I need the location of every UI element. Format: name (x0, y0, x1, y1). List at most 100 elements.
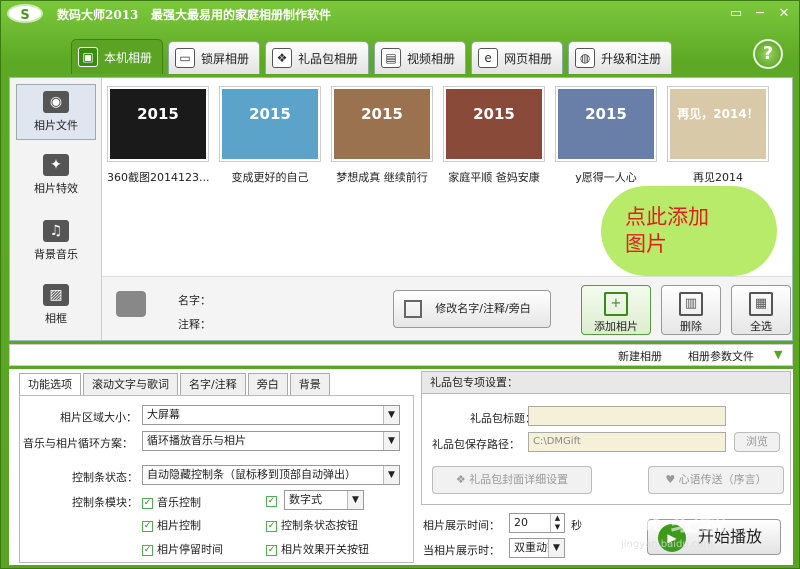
show-time-unit: 秒 (571, 519, 582, 532)
checkbox-checked-icon: ✓ (266, 495, 277, 507)
stepper-arrows-icon[interactable]: ▲ ▼ (550, 514, 564, 532)
photo-item[interactable]: 2015 家庭平顺 爸妈安康 (443, 86, 545, 185)
lower-tabs: 功能选项 滚动文字与歌词 名字/注释 旁白 背景 (19, 373, 330, 395)
browse-button[interactable]: 浏览 (734, 432, 780, 452)
chevron-down-icon: ▼ (383, 466, 399, 484)
checkbox-checked-icon: ✓ (142, 520, 153, 532)
tab-upgrade-register[interactable]: ◍ 升级和注册 (568, 41, 673, 74)
gift-title-input[interactable] (528, 406, 726, 426)
gift-icon: ❖ (272, 48, 293, 68)
gift-path-label: 礼品包保存路径： (432, 438, 520, 451)
digital-style-select[interactable]: 数字式 ▼ (284, 490, 364, 510)
tab-label: 视频相册 (407, 51, 456, 66)
photo-thumbnail: 2015 (446, 89, 542, 159)
checkbox-label: 相片效果开关按钮 (281, 543, 369, 556)
sidebar-item-photo-files[interactable]: ◉ 相片文件 (16, 84, 96, 140)
photo-caption: 家庭平顺 爸妈安康 (448, 171, 540, 184)
music-control-checkbox[interactable]: ✓ 音乐控制 (142, 494, 201, 510)
photo-item[interactable]: 2015 梦想成真 继续前行 (331, 86, 433, 185)
tab-name-note[interactable]: 名字/注释 (180, 373, 246, 395)
main-tabs: ▣ 本机相册 ▭ 锁屏相册 ❖ 礼品包相册 ▤ 视频相册 e 网页相册 ◍ 升级和注册 (71, 39, 673, 74)
checkbox-checked-icon: ✓ (142, 544, 153, 556)
name-label: 名字： (178, 294, 211, 307)
album-param-file-menu[interactable]: 相册参数文件 (688, 348, 754, 364)
checkbox-checked-icon: ✓ (266, 544, 277, 556)
loop-scheme-label: 音乐与相片循环方案： (23, 437, 133, 450)
tab-function-options[interactable]: 功能选项 (19, 373, 81, 395)
photo-caption: 360截图2014123... (107, 171, 209, 184)
edit-icon (404, 300, 422, 318)
sidebar-item-frame[interactable]: ▨ 相框 (16, 278, 96, 334)
loop-scheme-value: 循环播放音乐与相片 (147, 434, 246, 447)
minimize-button[interactable]: ─ (751, 5, 769, 22)
digital-checkbox[interactable]: ✓ (266, 494, 281, 507)
control-bar-state-select[interactable]: 自动隐藏控制条（鼠标移到顶部自动弹出） ▼ (142, 465, 400, 485)
note-label: 注释： (178, 318, 211, 331)
gift-title-label: 礼品包标题： (470, 412, 536, 425)
digital-style-value: 数字式 (289, 493, 322, 506)
photo-caption: 梦想成真 继续前行 (336, 171, 428, 184)
film-icon: ▤ (381, 48, 402, 68)
photo-caption: 再见2014 (693, 171, 743, 184)
photo-control-checkbox[interactable]: ✓ 相片控制 (142, 517, 201, 533)
function-options-panel: 相片区域大小： 大屏幕 ▼ 音乐与相片循环方案： 循环播放音乐与相片 ▼ 控制条状态… (19, 395, 414, 563)
gift-settings-header: 礼品包专项设置： (422, 372, 790, 394)
grid-icon: ▦ (749, 292, 773, 316)
sidebar-item-label: 相片文件 (34, 119, 78, 132)
gift-path-input[interactable]: C:\DMGift (528, 432, 726, 452)
area-size-select[interactable]: 大屏幕 ▼ (142, 405, 400, 425)
area-size-value: 大屏幕 (147, 408, 180, 421)
control-bar-state-label: 控制条状态： (72, 471, 138, 484)
select-all-button[interactable]: ▦ 全选 (731, 285, 791, 335)
photo-caption: y愿得一人心 (575, 171, 637, 184)
camera-icon (116, 291, 146, 317)
tab-label: 锁屏相册 (201, 51, 250, 66)
chevron-down-icon: ▼ (383, 406, 399, 424)
tab-video-album[interactable]: ▤ 视频相册 (374, 41, 467, 74)
loop-scheme-select[interactable]: 循环播放音乐与相片 ▼ (142, 431, 400, 451)
globe-icon: ◍ (575, 48, 596, 68)
photo-item[interactable]: 再见，2014！ 再见2014 (667, 86, 769, 185)
heart-message-button[interactable]: ♥ 心语传送（序言） (648, 466, 784, 494)
watermark-url: jingyan.baidu.com (621, 539, 714, 550)
gift-cover-settings-button[interactable]: ❖ 礼品包封面详细设置 (432, 466, 592, 494)
chevron-down-icon[interactable]: ▼ (774, 348, 782, 361)
close-button[interactable]: ✕ (775, 5, 793, 22)
checkbox-label: 相片控制 (157, 519, 201, 532)
photo-item[interactable]: 2015 变成更好的自己 (219, 86, 321, 185)
restore-button[interactable]: ▭ (727, 5, 745, 22)
gift-settings-panel: 礼品包专项设置： 礼品包标题： 礼品包保存路径： C:\DMGift 浏览 ❖ … (421, 371, 791, 505)
photo-item[interactable]: 2015 y愿得一人心 (555, 86, 657, 185)
tab-narration[interactable]: 旁白 (247, 373, 288, 395)
photo-caption: 变成更好的自己 (231, 171, 309, 184)
photo-grid: 2015 360截图2014123... 2015 变成更好的自己 2015 梦想成真… (107, 86, 787, 186)
sidebar-item-photo-effects[interactable]: ✦ 相片特效 (16, 148, 96, 204)
add-photo-button[interactable]: + 添加相片 (581, 285, 651, 335)
tab-scroll-text-lyrics[interactable]: 滚动文字与歌词 (83, 373, 178, 395)
photo-item[interactable]: 2015 360截图2014123... (107, 86, 209, 185)
tab-lockscreen-album[interactable]: ▭ 锁屏相册 (168, 41, 261, 74)
show-time-stepper[interactable]: 20 ▲ ▼ (509, 513, 565, 533)
gift-cover-label: 礼品包封面详细设置 (469, 473, 569, 486)
photo-thumbnail: 2015 (222, 89, 318, 159)
tab-background[interactable]: 背景 (289, 373, 330, 395)
tab-local-album[interactable]: ▣ 本机相册 (71, 39, 164, 74)
when-showing-select[interactable]: 双重动态 ▼ (509, 538, 565, 558)
app-logo: S (7, 4, 43, 23)
photo-effect-toggle-checkbox[interactable]: ✓ 相片效果开关按钮 (266, 541, 369, 557)
heart-message-label: 心语传送（序言） (678, 473, 767, 486)
sidebar-item-music[interactable]: ♫ 背景音乐 (16, 214, 96, 270)
photo-stay-time-checkbox[interactable]: ✓ 相片停留时间 (142, 541, 223, 557)
help-button[interactable]: ? (753, 39, 783, 69)
tab-web-album[interactable]: e 网页相册 (471, 41, 564, 74)
control-bar-state-button-checkbox[interactable]: ✓ 控制条状态按钮 (266, 517, 358, 533)
photo-info-bar: 名字： 注释： 修改名字/注释/旁白 + 添加相片 ▥ 删除 ▦ 全选 (102, 276, 792, 340)
control-bar-state-value: 自动隐藏控制条（鼠标移到顶部自动弹出） (147, 468, 356, 481)
checkbox-label: 相片停留时间 (157, 543, 223, 556)
new-album-button[interactable]: 新建相册 (618, 348, 662, 364)
delete-button[interactable]: ▥ 删除 (661, 285, 721, 335)
gift-icon: ❖ (455, 473, 470, 486)
tab-gift-album[interactable]: ❖ 礼品包相册 (265, 41, 370, 74)
edit-name-note-button[interactable]: 修改名字/注释/旁白 (393, 290, 551, 328)
photo-thumbnail: 2015 (334, 89, 430, 159)
